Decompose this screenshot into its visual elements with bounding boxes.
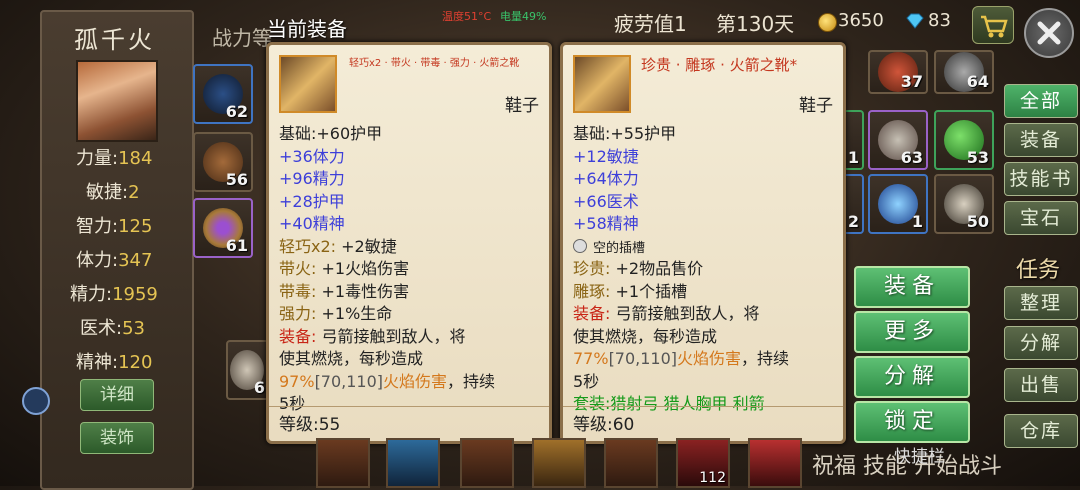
item-attributes: 基础:+60护甲 +36体力 +96精力 +28护甲 +40精神轻巧x2: +2敏捷 带火… bbox=[279, 123, 541, 416]
day-counter: 第130天 bbox=[716, 12, 795, 36]
close-icon bbox=[1037, 21, 1061, 45]
rocket-boots-icon bbox=[573, 55, 631, 113]
inventory-slot[interactable]: 64 bbox=[934, 50, 994, 94]
item-type: 鞋子 bbox=[505, 96, 539, 116]
inventory-slot[interactable]: 61 bbox=[193, 198, 253, 258]
sort-button[interactable]: 整理 bbox=[1004, 286, 1078, 320]
attribute-line: +64体力 bbox=[573, 169, 639, 188]
inventory-slot[interactable]: 1 bbox=[868, 174, 928, 234]
lock-button[interactable]: 锁定 bbox=[854, 401, 970, 443]
attribute-line: +66医术 bbox=[573, 191, 639, 211]
attribute-line: 77%[70,110]火焰伤害，持续 bbox=[573, 349, 790, 368]
shop-button[interactable] bbox=[972, 6, 1014, 44]
tab-all[interactable]: 全部 bbox=[1004, 84, 1078, 118]
stat-strength: 力量:184 bbox=[76, 148, 153, 169]
attribute-line: 使其燃烧，每秒造成 bbox=[573, 326, 718, 346]
skill-slot[interactable] bbox=[532, 438, 586, 488]
inventory-slot[interactable]: 63 bbox=[868, 110, 928, 170]
diamond-icon bbox=[906, 13, 924, 29]
inventory-slot[interactable]: 56 bbox=[193, 132, 253, 192]
equip-button[interactable]: 装备 bbox=[854, 266, 970, 308]
item-type: 鞋子 bbox=[799, 96, 833, 116]
stat-intelligence: 智力:125 bbox=[76, 216, 153, 237]
attribute-line: 基础:+55护甲 bbox=[573, 124, 677, 143]
stat-stamina: 体力:347 bbox=[76, 250, 153, 271]
item-level: 等级:55 bbox=[279, 415, 341, 435]
character-portrait bbox=[76, 60, 158, 142]
gold-amount: 3650 bbox=[838, 10, 884, 31]
more-button[interactable]: 更多 bbox=[854, 311, 970, 353]
inventory-slot[interactable]: 62 bbox=[193, 64, 253, 124]
sell-button[interactable]: 出售 bbox=[1004, 368, 1078, 402]
skill-slot[interactable] bbox=[386, 438, 440, 488]
temperature-readout: 温度51°C bbox=[442, 10, 492, 23]
stat-spirit: 精神:120 bbox=[76, 352, 153, 373]
attribute-line: 97%[70,110]火焰伤害，持续 bbox=[279, 371, 496, 391]
tab-gems[interactable]: 宝石 bbox=[1004, 201, 1078, 235]
stat-energy: 精力:1959 bbox=[70, 284, 158, 305]
empty-socket-icon bbox=[573, 238, 587, 253]
attribute-line: +36体力 bbox=[279, 146, 345, 166]
inventory-slot[interactable]: 53 bbox=[934, 110, 994, 170]
gem-amount: 83 bbox=[928, 10, 951, 31]
attribute-line: +96精力 bbox=[279, 169, 345, 188]
attribute-line: 装备: 弓箭接触到敌人，将 bbox=[573, 304, 760, 323]
item-affixes: 轻巧x2 · 带火 · 带毒 · 强力 · 火箭之靴 bbox=[349, 58, 520, 69]
attribute-line: 强力: +1%生命 bbox=[279, 304, 393, 323]
current-equipment-header: 当前装备 bbox=[267, 17, 347, 41]
item-attributes: 基础:+55护甲 +12敏捷 +64体力 +66医术 +58精神空的插槽 珍贵: +2物品… bbox=[573, 123, 835, 416]
attribute-line: 带火: +1火焰伤害 bbox=[279, 259, 410, 278]
skill-slot[interactable]: 112 bbox=[676, 438, 730, 488]
quickbar-label[interactable]: 快捷栏 bbox=[894, 442, 945, 467]
current-equipment-tooltip: 当前装备 轻巧x2 · 带火 · 带毒 · 强力 · 火箭之靴 鞋子 基础:+6… bbox=[266, 17, 552, 444]
task-label[interactable]: 任务 bbox=[1016, 252, 1060, 284]
skill-slot[interactable] bbox=[748, 438, 802, 488]
battery-readout: 电量49% bbox=[500, 10, 547, 23]
skill-slot[interactable] bbox=[604, 438, 658, 488]
attribute-line: 基础:+60护甲 bbox=[279, 124, 383, 143]
skill-slot[interactable] bbox=[460, 438, 514, 488]
warehouse-button[interactable]: 仓库 bbox=[1004, 414, 1078, 448]
detail-button[interactable]: 详细 bbox=[80, 379, 154, 411]
stat-medicine: 医术:53 bbox=[80, 318, 145, 339]
tab-skill-books[interactable]: 技能书 bbox=[1004, 162, 1078, 196]
character-name: 孤千火 bbox=[74, 26, 155, 54]
decoration-button[interactable]: 装饰 bbox=[80, 422, 154, 454]
attribute-line: +40精神 bbox=[279, 214, 345, 233]
skill-slot[interactable] bbox=[316, 438, 370, 488]
divider bbox=[563, 406, 843, 407]
close-button[interactable] bbox=[1024, 8, 1074, 58]
item-level: 等级:60 bbox=[573, 415, 635, 435]
attribute-line: 使其燃烧，每秒造成 bbox=[279, 349, 424, 368]
attribute-line: 装备: 弓箭接触到敌人，将 bbox=[279, 326, 466, 346]
item-affixes: 珍贵 · 雕琢 · 火箭之靴* bbox=[641, 56, 798, 74]
inventory-slot[interactable]: 50 bbox=[934, 174, 994, 234]
compare-item-tooltip: 珍贵 · 雕琢 · 火箭之靴* 鞋子 基础:+55护甲 +12敏捷 +64体力 +66… bbox=[560, 42, 846, 444]
floating-menu-icon[interactable] bbox=[22, 387, 50, 415]
attribute-line: 5秒 bbox=[573, 371, 600, 391]
divider bbox=[269, 406, 549, 407]
attribute-line: +12敏捷 bbox=[573, 146, 639, 166]
attribute-line: +58精神 bbox=[573, 214, 639, 233]
cart-icon bbox=[981, 15, 1008, 38]
attribute-line: 空的插槽 bbox=[573, 236, 835, 259]
attribute-line: +28护甲 bbox=[279, 191, 345, 211]
disassemble-button[interactable]: 分解 bbox=[854, 356, 970, 398]
gold-coin-icon bbox=[818, 13, 837, 32]
attribute-line: 珍贵: +2物品售价 bbox=[573, 259, 704, 278]
power-label: 战力等 bbox=[212, 26, 272, 50]
inventory-slot[interactable]: 37 bbox=[868, 50, 928, 94]
fatigue-value: 疲劳值1 bbox=[614, 12, 687, 36]
side-disassemble-button[interactable]: 分解 bbox=[1004, 326, 1078, 360]
rocket-boots-icon bbox=[279, 55, 337, 113]
attribute-line: 雕琢: +1个插槽 bbox=[573, 281, 688, 301]
stat-agility: 敏捷:2 bbox=[86, 182, 140, 203]
attribute-line: 轻巧x2: +2敏捷 bbox=[279, 236, 397, 256]
attribute-line: 带毒: +1毒性伤害 bbox=[279, 281, 410, 301]
tab-equipment[interactable]: 装备 bbox=[1004, 123, 1078, 157]
companion-portrait[interactable]: 6 bbox=[226, 340, 270, 400]
